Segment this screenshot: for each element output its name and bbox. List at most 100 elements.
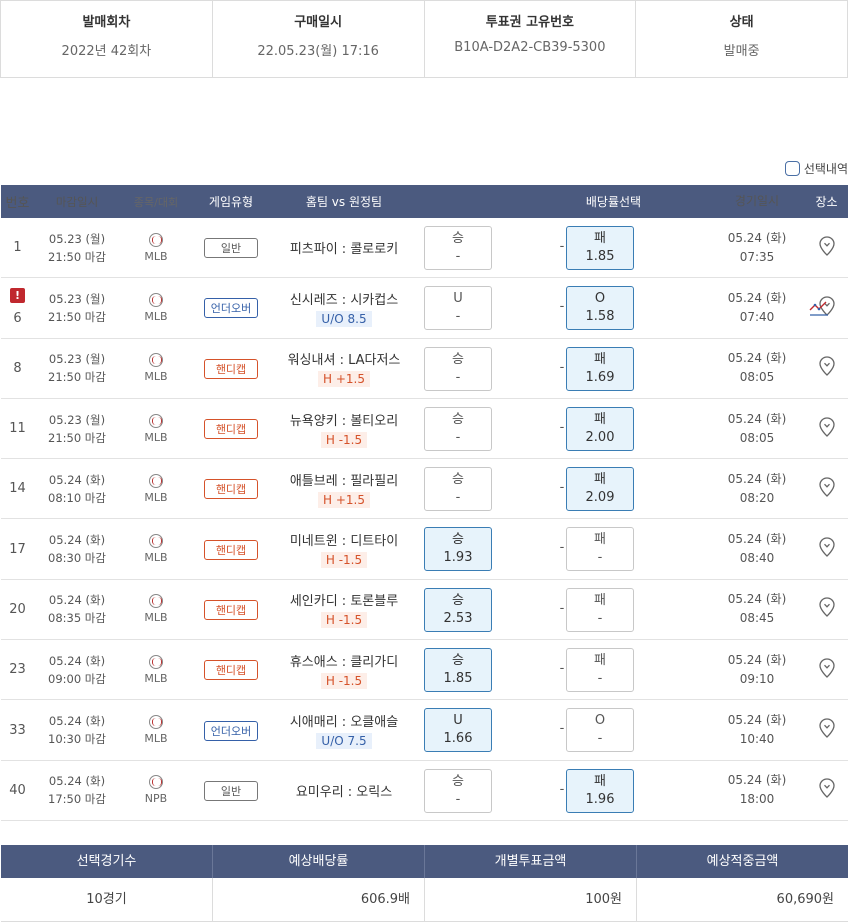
odds-lose-button[interactable]: O- <box>566 708 634 753</box>
league-text: MLB <box>144 671 168 685</box>
odds-lose-value: 1.85 <box>585 249 615 264</box>
odds-win-label: 승 <box>452 532 464 548</box>
selected-history-toggle[interactable]: 선택내역 <box>784 160 848 177</box>
odds-select: U 1.66 - O - <box>418 700 709 759</box>
game-type-badge: 핸디캡 <box>204 599 258 620</box>
odds-lose-button[interactable]: 패 1.69 <box>566 346 634 391</box>
close-time: 05.24 (화) 08:30 마감 <box>34 531 120 567</box>
purchase-label: 구매일시 <box>294 15 343 30</box>
selected-history-label: 선택내역 <box>803 162 848 176</box>
map-pin-icon[interactable] <box>818 416 835 437</box>
trend-chart-icon[interactable] <box>808 295 830 317</box>
purchase-cell: 구매일시 22.05.23(월) 17:16 <box>213 1 425 77</box>
header-close: 마감일시 <box>55 194 99 209</box>
odds-win-label: 승 <box>452 653 464 669</box>
odds-lose-value: - <box>597 610 603 626</box>
match: 시애매리 : 오클애슬 U/O 7.5 <box>270 711 418 750</box>
map-pin-icon[interactable] <box>818 356 835 377</box>
game-date-text: 05.24 (화) <box>727 532 787 547</box>
alert-icon[interactable]: ! <box>10 288 25 304</box>
map-pin-icon[interactable] <box>818 537 835 558</box>
game-date-text: 05.24 (화) <box>727 773 787 788</box>
map-pin-icon[interactable] <box>818 235 835 256</box>
close-time-text: 21:50 마감 <box>48 430 106 445</box>
odds-select: 승 - - 패 1.69 <box>418 339 709 398</box>
close-time: 05.24 (화) 08:10 마감 <box>34 471 120 507</box>
odds-win-value: - <box>455 309 461 325</box>
odds-lose-button[interactable]: 패- <box>566 587 634 632</box>
game-time: 05.24 (화) 08:05 <box>709 410 805 448</box>
odds-select: U - - O 1.58 <box>418 278 709 337</box>
game-time: 05.24 (화) 07:40 <box>709 289 805 327</box>
teams-text: 시애매리 : 오클애슬 <box>289 715 399 731</box>
close-time: 05.23 (월) 21:50 마감 <box>34 290 120 326</box>
game-type: 핸디캡 <box>192 418 270 440</box>
league-text: MLB <box>144 611 168 625</box>
odds-win-button[interactable]: U 1.66 <box>424 708 492 753</box>
match: 신시레즈 : 시카컵스 U/O 8.5 <box>270 289 418 327</box>
place <box>805 778 848 802</box>
game-type-badge: 언더오버 <box>203 720 259 741</box>
odds-lose-value: 1.69 <box>585 369 615 385</box>
game-number-text: 40 <box>9 782 26 798</box>
summary-odds: 606.9배 <box>213 878 425 921</box>
game-time-text: 10:40 <box>739 732 775 747</box>
close-time: 05.23 (월) 21:50 마감 <box>34 350 120 386</box>
odds-lose-button[interactable]: 패 1.85 <box>566 226 634 270</box>
game-time: 05.24 (화) 08:45 <box>709 590 805 628</box>
ticket-info: 발매회차 2022년 42회차 구매일시 22.05.23(월) 17:16 투… <box>0 0 848 78</box>
table-row: 11 05.23 (월) 21:50 마감 MLB 핸디캡 뉴욕양키 : 볼티오리 H -1… <box>1 399 848 460</box>
map-pin-icon[interactable] <box>818 718 835 738</box>
summary-count: 10경기 <box>1 878 213 921</box>
game-time: 05.24 (화) 08:40 <box>709 530 805 568</box>
odds-win-button[interactable]: 승- <box>424 226 492 270</box>
bet-summary: 선택경기수 예상배당률 개별투표금액 예상적중금액 10경기 606.9배 10… <box>1 845 848 922</box>
odds-win-label: U <box>453 291 463 307</box>
game-type: 언더오버 <box>192 297 270 319</box>
game-date-text: 05.24 (화) <box>727 411 787 426</box>
odds-lose-button[interactable]: 패 1.96 <box>566 768 634 813</box>
odds-lose-button[interactable]: 패- <box>566 527 634 572</box>
game-number: 20 <box>1 602 34 617</box>
ticket-cell: 투표권 고유번호 B10A-D2A2-CB39-5300 <box>425 1 637 77</box>
odds-win-button[interactable]: 승 2.53 <box>424 587 492 632</box>
odds-lose-button[interactable]: 패- <box>566 648 634 693</box>
odds-win-button[interactable]: 승 1.93 <box>424 527 492 572</box>
odds-lose-button[interactable]: 패 2.00 <box>566 406 634 451</box>
odds-select: 승 - - 패 1.96 <box>418 761 709 820</box>
league-text: MLB <box>144 551 168 565</box>
map-pin-icon[interactable] <box>818 778 835 799</box>
game-time-text: 08:20 <box>739 490 775 505</box>
odds-win-button[interactable]: 승- <box>424 467 492 512</box>
game-type-badge: 언더오버 <box>203 298 259 319</box>
odds-lose-value: - <box>597 550 603 566</box>
odds-win-button[interactable]: 승 1.85 <box>424 648 492 693</box>
checkbox-icon[interactable] <box>784 161 800 176</box>
line-badge: U/O 8.5 <box>316 310 372 327</box>
odds-select: 승 1.85 - 패 - <box>418 640 709 699</box>
odds-lose-label: 패 <box>594 773 606 789</box>
odds-win-button[interactable]: 승- <box>424 346 492 391</box>
odds-lose-label: 패 <box>594 592 606 608</box>
round-value: 2022년 42회차 <box>61 44 152 59</box>
close-time-text: 21:50 마감 <box>48 309 106 324</box>
odds-select: 승 - - 패 1.85 <box>418 218 709 277</box>
close-time-text: 17:50 마감 <box>48 792 106 807</box>
odds-win-button[interactable]: 승- <box>424 406 492 451</box>
place <box>805 356 848 380</box>
odds-lose-button[interactable]: O 1.58 <box>566 286 634 331</box>
odds-win-label: 승 <box>452 592 464 608</box>
odds-lose-value: - <box>597 671 603 687</box>
map-pin-icon[interactable] <box>818 597 835 618</box>
odds-lose-button[interactable]: 패 2.09 <box>566 467 634 512</box>
sport: NPB <box>120 775 192 805</box>
place <box>805 477 848 501</box>
odds-win-value: - <box>455 429 461 445</box>
map-pin-icon[interactable] <box>818 477 835 497</box>
odds-win-button[interactable]: U- <box>424 286 492 331</box>
odds-win-value: - <box>455 791 461 807</box>
sport: MLB <box>120 654 192 685</box>
map-pin-icon[interactable] <box>818 658 835 678</box>
game-time: 05.24 (화) 08:05 <box>709 349 805 387</box>
odds-win-button[interactable]: 승- <box>424 768 492 813</box>
